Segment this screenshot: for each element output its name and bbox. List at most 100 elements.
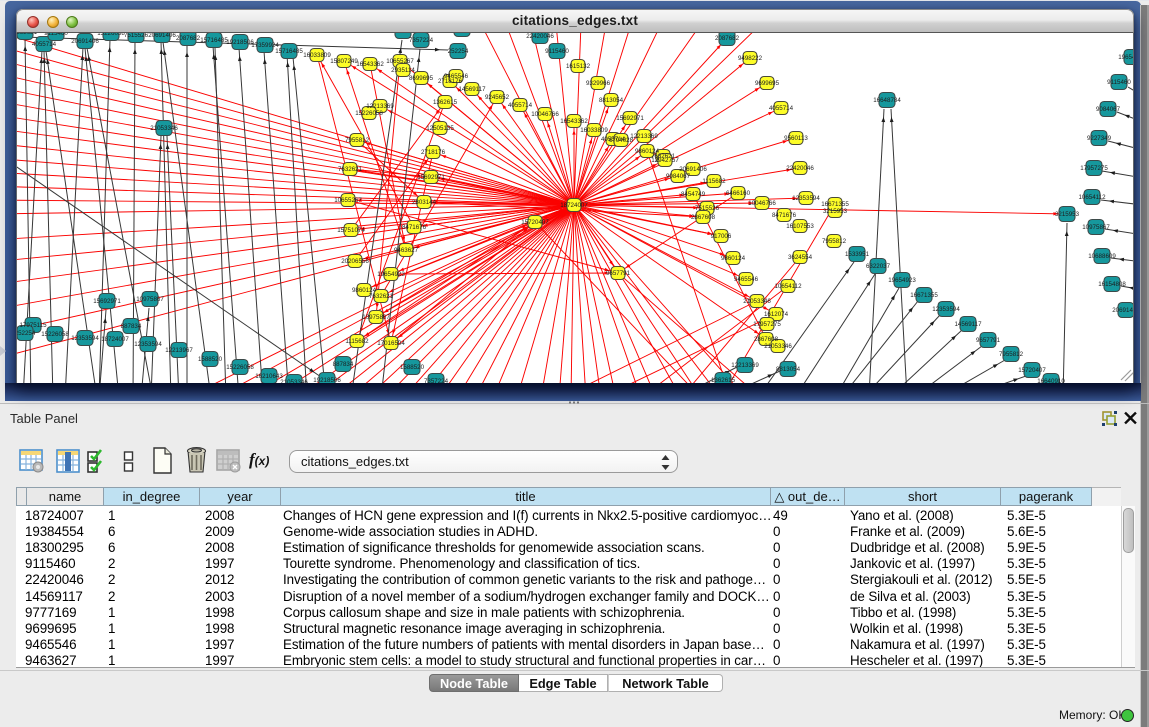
svg-text:10975867: 10975867 <box>136 296 164 303</box>
svg-text:4055714: 4055714 <box>769 105 794 112</box>
svg-text:15226058: 15226058 <box>355 110 383 117</box>
svg-text:16671355: 16671355 <box>910 292 938 299</box>
svg-text:10046766: 10046766 <box>531 111 559 118</box>
svg-text:9329966: 9329966 <box>586 80 611 87</box>
svg-text:12353594: 12353594 <box>134 341 162 348</box>
svg-text:10975867: 10975867 <box>362 314 390 321</box>
svg-text:12213369: 12213369 <box>366 103 394 110</box>
svg-text:15692971: 15692971 <box>417 174 445 181</box>
svg-text:10688609: 10688609 <box>1088 253 1116 260</box>
svg-text:19218506: 19218506 <box>313 377 341 383</box>
svg-text:16210643: 16210643 <box>255 373 283 380</box>
svg-text:2718176: 2718176 <box>421 149 446 156</box>
svg-text:1533951: 1533951 <box>845 251 870 258</box>
svg-text:9115460: 9115460 <box>1107 79 1131 86</box>
svg-text:9115460: 9115460 <box>44 33 68 37</box>
svg-text:9465546: 9465546 <box>444 73 469 80</box>
svg-text:7955812: 7955812 <box>345 137 370 144</box>
svg-text:9245652: 9245652 <box>485 94 510 101</box>
svg-text:1612074: 1612074 <box>764 311 789 318</box>
svg-text:8471676: 8471676 <box>772 212 797 219</box>
svg-text:12942757: 12942757 <box>651 157 679 164</box>
svg-text:10655267: 10655267 <box>334 197 362 204</box>
svg-text:7632621: 7632621 <box>338 166 363 173</box>
svg-text:12213369: 12213369 <box>731 362 759 369</box>
svg-text:22420046: 22420046 <box>786 165 814 172</box>
svg-text:21053346: 21053346 <box>150 125 178 132</box>
svg-text:14569117: 14569117 <box>458 86 486 93</box>
svg-text:3624554: 3624554 <box>788 254 813 261</box>
svg-text:20691406: 20691406 <box>679 166 707 173</box>
svg-text:1588520: 1588520 <box>400 364 425 371</box>
svg-text:15692971: 15692971 <box>616 115 644 122</box>
svg-text:2087682: 2087682 <box>715 35 740 42</box>
svg-text:9860124: 9860124 <box>721 255 746 262</box>
svg-text:9657791: 9657791 <box>606 270 631 277</box>
svg-text:2803144: 2803144 <box>412 199 437 206</box>
svg-text:887834: 887834 <box>121 323 142 330</box>
svg-text:9115460: 9115460 <box>545 48 569 55</box>
svg-text:4055714: 4055714 <box>508 102 533 109</box>
svg-text:7632621: 7632621 <box>17 33 38 36</box>
svg-text:1588520: 1588520 <box>198 356 223 363</box>
svg-text:252254: 252254 <box>448 48 469 55</box>
svg-text:1615132: 1615132 <box>566 63 591 70</box>
svg-text:12353594: 12353594 <box>792 195 820 202</box>
svg-text:12505135: 12505135 <box>426 125 454 132</box>
svg-text:10046766: 10046766 <box>748 200 776 207</box>
svg-text:8813054: 8813054 <box>599 97 624 104</box>
svg-text:16033809: 16033809 <box>580 127 608 134</box>
svg-text:15716485: 15716485 <box>275 48 303 55</box>
svg-text:21053346: 21053346 <box>280 379 308 383</box>
svg-text:1362615: 1362615 <box>711 377 736 383</box>
svg-text:15226058: 15226058 <box>226 364 254 371</box>
svg-text:10654112: 10654112 <box>774 283 802 290</box>
svg-text:21053346: 21053346 <box>764 343 792 350</box>
svg-text:20691406: 20691406 <box>1112 307 1134 314</box>
svg-text:19218506: 19218506 <box>226 39 254 46</box>
svg-text:16640910: 16640910 <box>1037 378 1065 383</box>
svg-text:17957275: 17957275 <box>1080 165 1108 172</box>
svg-text:12353594: 12353594 <box>71 335 99 342</box>
svg-text:9084067: 9084067 <box>666 173 691 180</box>
svg-text:16543362: 16543362 <box>356 61 384 68</box>
svg-text:8813054: 8813054 <box>776 366 801 373</box>
svg-text:15720407: 15720407 <box>1018 367 1046 374</box>
svg-text:4055714: 4055714 <box>32 41 57 48</box>
svg-text:1362615: 1362615 <box>433 99 458 106</box>
svg-text:15751074: 15751074 <box>337 227 365 234</box>
svg-text:18724007: 18724007 <box>560 202 588 209</box>
svg-text:2935114: 2935114 <box>391 67 415 74</box>
svg-text:18724007: 18724007 <box>101 336 129 343</box>
svg-text:12213967: 12213967 <box>165 347 193 354</box>
svg-text:7632621: 7632621 <box>369 293 394 300</box>
svg-text:7955812: 7955812 <box>999 351 1024 358</box>
svg-text:20691406: 20691406 <box>148 33 176 39</box>
svg-text:8454749: 8454749 <box>681 191 706 198</box>
svg-text:9560113: 9560113 <box>784 135 808 142</box>
svg-text:1115682: 1115682 <box>345 338 369 345</box>
svg-text:16671355: 16671355 <box>821 201 849 208</box>
svg-text:10655267: 10655267 <box>386 58 414 65</box>
svg-text:3215953: 3215953 <box>823 208 848 215</box>
svg-text:8471676: 8471676 <box>402 224 427 231</box>
svg-text:16154808: 16154808 <box>1098 281 1126 288</box>
svg-text:10688609: 10688609 <box>389 33 417 35</box>
svg-text:1115682: 1115682 <box>702 178 726 185</box>
svg-text:917006: 917006 <box>711 233 732 240</box>
svg-text:9699695: 9699695 <box>755 80 780 87</box>
svg-text:17016504: 17016504 <box>377 340 405 347</box>
svg-text:9084067: 9084067 <box>1096 106 1121 113</box>
svg-text:252254: 252254 <box>17 330 36 337</box>
svg-text:15226058: 15226058 <box>41 331 69 338</box>
svg-text:8699695: 8699695 <box>409 75 434 82</box>
svg-text:17975115: 17975115 <box>19 322 47 329</box>
svg-text:12213369: 12213369 <box>630 133 658 140</box>
svg-text:16648784: 16648784 <box>873 97 901 104</box>
svg-text:9498222: 9498222 <box>738 55 763 62</box>
svg-text:15692971: 15692971 <box>93 298 121 305</box>
svg-text:887834: 887834 <box>333 361 354 368</box>
svg-text:20691406: 20691406 <box>71 38 99 45</box>
svg-text:15807249: 15807249 <box>330 58 358 65</box>
svg-text:6466160: 6466160 <box>726 190 751 197</box>
